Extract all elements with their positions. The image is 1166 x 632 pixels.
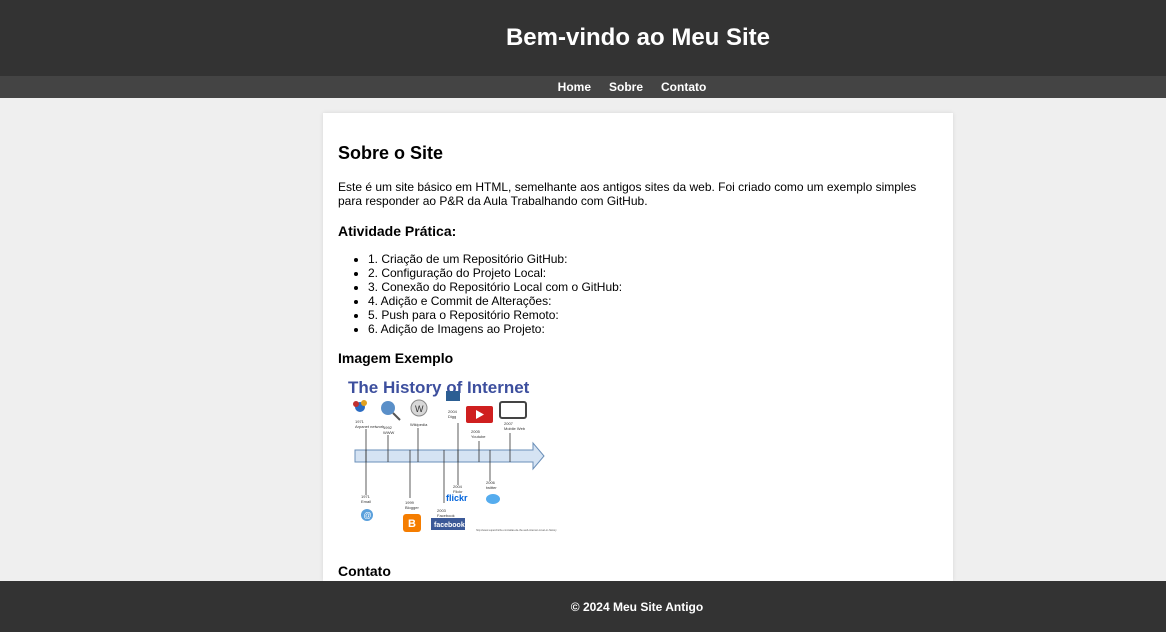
svg-text:Digg: Digg	[448, 414, 456, 419]
mobile-icon	[499, 401, 527, 419]
globe-icon	[381, 401, 401, 421]
list-item: 1. Criação de um Repositório GitHub:	[368, 252, 938, 266]
flickr-icon: flickr	[446, 493, 468, 503]
list-item: 4. Adição e Commit de Alterações:	[368, 294, 938, 308]
svg-text:WWW: WWW	[383, 430, 395, 435]
svg-text:Arpanet network: Arpanet network	[355, 424, 384, 429]
svg-text:Youtube: Youtube	[471, 434, 486, 439]
list-item: 5. Push para o Repositório Remoto:	[368, 308, 938, 322]
image-heading: Imagem Exemplo	[338, 350, 454, 366]
svg-text:http://www.superchiche.com/atl: http://www.superchiche.com/atlas-de-the-…	[476, 528, 557, 532]
svg-text:Email: Email	[361, 499, 371, 504]
nav-link-home[interactable]: Home	[558, 80, 591, 94]
list-item: 6. Adição de Imagens ao Projeto:	[368, 322, 938, 336]
svg-text:B: B	[408, 518, 416, 530]
svg-text:W: W	[415, 404, 424, 414]
content-card: Sobre o Site Este é um site básico em HT…	[323, 113, 953, 581]
contact-heading: Contato	[338, 563, 391, 579]
image-title-text: The History of Internet	[348, 378, 530, 397]
svg-text:Facebook: Facebook	[437, 513, 455, 518]
email-icon: @	[361, 509, 373, 521]
section-title: Sobre o Site	[338, 143, 444, 163]
site-title: Bem-vindo ao Meu Site	[505, 24, 771, 51]
main-nav: Home Sobre Contato	[0, 76, 1166, 98]
site-description: Este é um site básico em HTML, semelhant…	[338, 180, 917, 208]
svg-text:facebook: facebook	[434, 522, 465, 529]
timeline-arrow	[354, 441, 545, 471]
arpanet-icon	[353, 400, 367, 412]
svg-text:Blogger: Blogger	[405, 505, 419, 510]
wikipedia-icon: W	[410, 399, 428, 417]
footer-text: © 2024 Meu Site Antigo	[570, 599, 704, 614]
svg-text:twitter: twitter	[486, 485, 497, 490]
steps-list: 1. Criação de um Repositório GitHub: 2. …	[338, 252, 938, 336]
list-item: 3. Conexão do Repositório Local com o Gi…	[368, 280, 938, 294]
list-item: 2. Configuração do Projeto Local:	[368, 266, 938, 280]
nav-link-sobre[interactable]: Sobre	[609, 80, 643, 94]
site-header: Bem-vindo ao Meu Site	[0, 0, 1166, 76]
svg-text:Mobile Web: Mobile Web	[504, 426, 526, 431]
site-footer: © 2024 Meu Site Antigo	[0, 581, 1166, 632]
activity-heading: Atividade Prática:	[338, 223, 457, 239]
nav-link-contato[interactable]: Contato	[661, 80, 706, 94]
svg-text:@: @	[364, 511, 372, 520]
digg-icon	[446, 391, 460, 401]
twitter-icon	[486, 494, 500, 504]
history-of-internet-image: The History of Internet W 1971 Arpanet n…	[338, 373, 563, 543]
svg-text:Wikipedia: Wikipedia	[410, 422, 428, 427]
